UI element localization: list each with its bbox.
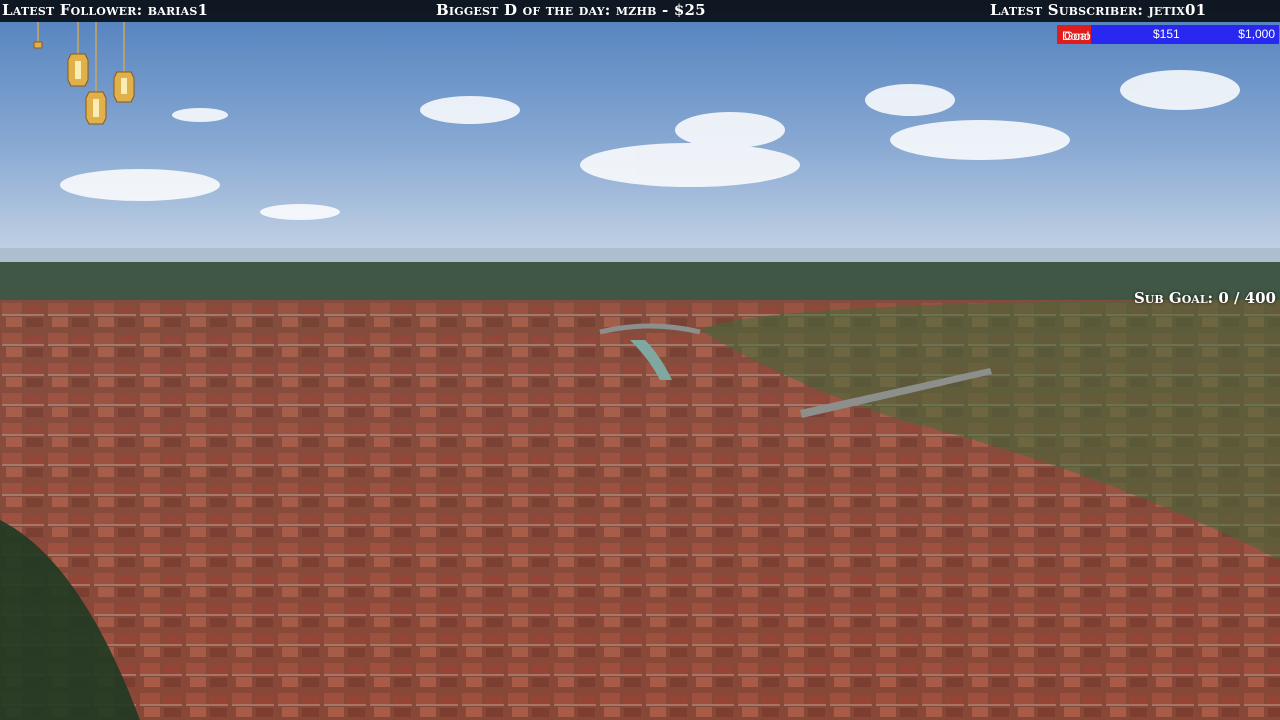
stream-info-bar: Latest Follower: barias1 Biggest D of th…: [0, 0, 1280, 22]
sub-goal-label: Sub Goal: 0 / 400: [1133, 289, 1276, 307]
donation-goal-bar: Dono Goal $151 $1,000: [1057, 25, 1279, 44]
latest-subscriber-label: Latest Subscriber: jetix01: [990, 1, 1207, 19]
donation-goal-current: $151: [1153, 27, 1180, 41]
aerial-city-background: [0, 0, 1280, 720]
latest-follower-label: Latest Follower: barias1: [2, 1, 209, 19]
biggest-donation-label: Biggest D of the day: mzhb - $25: [436, 1, 706, 19]
hanging-lanterns-icon: [33, 22, 135, 125]
donation-goal-goal-word: Goal: [1064, 29, 1090, 43]
donation-goal-target: $1,000: [1238, 27, 1275, 41]
